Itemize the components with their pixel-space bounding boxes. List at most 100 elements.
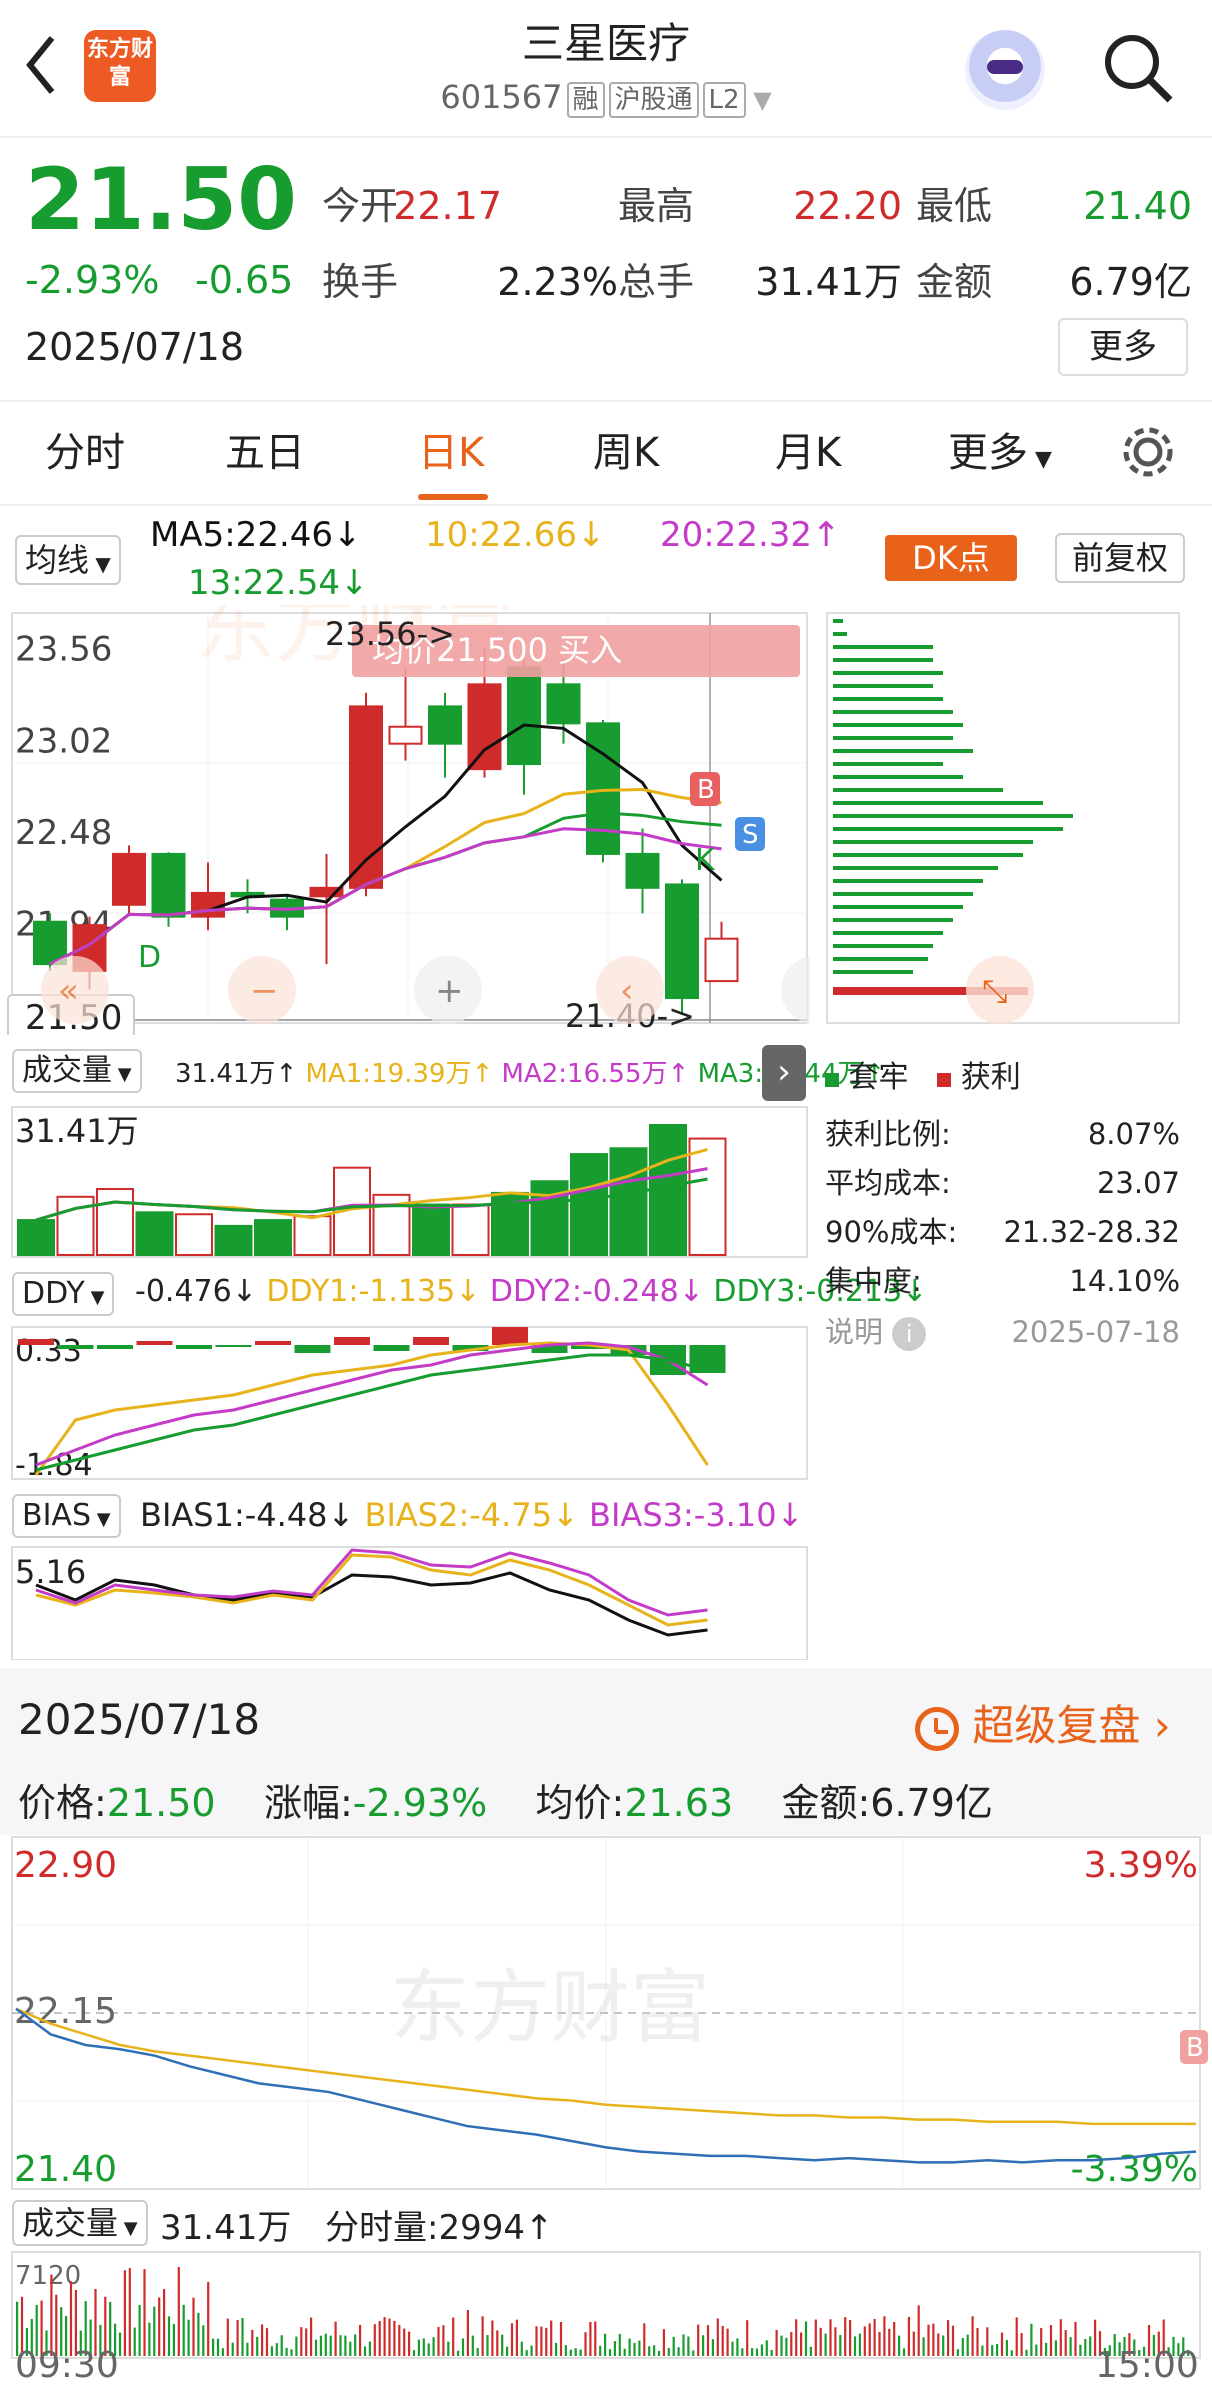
intraday-volume-bar [564, 2345, 567, 2356]
intraday-volume-bar [623, 2348, 626, 2356]
intraday-volume-bar [1040, 2327, 1043, 2356]
intraday-volume-bar [354, 2334, 357, 2356]
chip-stat-label: 90%成本: [825, 1215, 958, 1249]
intraday-volume-bar [839, 2334, 842, 2356]
info-icon[interactable]: i [892, 1317, 927, 1351]
candle[interactable] [467, 683, 502, 771]
intraday-preclose-label: 22.15 [14, 1991, 117, 2032]
intraday-ymin-label: 21.40 [14, 2149, 117, 2190]
chip-bar [833, 671, 943, 675]
low-label: 最低 [916, 184, 993, 228]
info-note[interactable]: 说明 i [825, 1308, 927, 1357]
intraday-volume-bar [383, 2317, 386, 2356]
intraday-volume-bar [780, 2335, 783, 2356]
time-start-label: 09:30 [15, 2345, 119, 2386]
tab-daily-k[interactable]: 日K [418, 420, 484, 478]
intraday-volume-bar [824, 2333, 827, 2356]
detail-price-value: 21.50 [106, 1781, 216, 1825]
detail-date: 2025/07/18 [18, 1695, 261, 1744]
tab-more[interactable]: 更多 ▼ [948, 420, 1052, 478]
intraday-volume-bar [221, 2348, 224, 2356]
intraday-volume-bar [192, 2297, 195, 2356]
intraday-volume-bar [412, 2350, 416, 2356]
buy-marker-text: B [1186, 2033, 1204, 2063]
candle[interactable] [704, 937, 739, 983]
intraday-volume-bar [711, 2339, 714, 2356]
intraday-volume-bar [270, 2346, 273, 2356]
detail-values: 价格:21.50 涨幅:-2.93% 均价:21.63 金额:6.79亿 [18, 1772, 993, 1827]
more-button[interactable]: 更多 [1058, 318, 1188, 376]
intraday-volume-bar [305, 2328, 308, 2356]
volume-bar [214, 1224, 253, 1256]
intraday-volume-bar [893, 2321, 896, 2356]
intraday-volume-bar [662, 2329, 665, 2356]
robot-avatar-icon[interactable] [965, 30, 1045, 110]
search-icon[interactable] [1100, 30, 1175, 105]
intraday-volume-bar [961, 2338, 964, 2356]
candle[interactable] [388, 725, 423, 745]
volume-label: 总手 [618, 260, 695, 304]
candle[interactable] [151, 852, 186, 918]
kline-chart[interactable]: 23.5623.0222.4821.94 东方财富 均价21.500 买入 23… [0, 605, 810, 1035]
intraday-volume-bar [765, 2340, 768, 2356]
intraday-chart[interactable]: 东方财富 22.90 22.15 21.40 3.39% -3.39% B [0, 1835, 1212, 2195]
bias-selector[interactable]: BIAS ▼ [12, 1494, 121, 1538]
chip-bar [833, 918, 953, 922]
intraday-volume-bar [898, 2335, 901, 2356]
intraday-volume-bar [226, 2318, 229, 2356]
ddy-selector[interactable]: DDY ▼ [12, 1272, 115, 1316]
vol-ma2: MA2:16.55万 [501, 1059, 668, 1089]
collapse-panel-button[interactable]: › [762, 1045, 806, 1101]
intraday-volume-bar [187, 2319, 190, 2356]
scroll-next-button[interactable] [781, 956, 810, 1024]
candle[interactable] [625, 852, 660, 889]
intraday-volume-bar [873, 2318, 876, 2356]
candle[interactable] [112, 852, 146, 906]
bias1-value: BIAS1:-4.48↓ [140, 1496, 355, 1534]
chevron-down-icon[interactable]: ▼ [746, 86, 771, 114]
price-axis-label: 23.02 [15, 721, 112, 761]
ddy-chart[interactable]: 0.33 -1.84 [0, 1325, 810, 1485]
volume-chart[interactable]: 31.41万 [0, 1105, 810, 1260]
expand-icon[interactable]: ⤡ [966, 956, 1034, 1024]
adjust-selector[interactable]: 前复权 [1055, 533, 1185, 583]
candle[interactable] [665, 883, 699, 1000]
intraday-volume-bar [1005, 2339, 1008, 2356]
svg-text:−: − [250, 971, 279, 1011]
tab-monthly-k[interactable]: 月K [775, 420, 841, 478]
dk-point-button[interactable]: DK点 [885, 535, 1017, 581]
tab-intraday[interactable]: 分时 [45, 420, 125, 478]
intraday-volume-bar [466, 2309, 469, 2356]
intraday-volume-bar [677, 2347, 680, 2356]
intraday-volume-bar [956, 2349, 959, 2356]
intraday-volume-bar [177, 2267, 180, 2356]
ma10-value: 10:22.66↓ [425, 515, 606, 555]
chip-bar [833, 892, 973, 896]
volume-bar [96, 1188, 134, 1256]
candle[interactable] [546, 683, 581, 725]
candle[interactable] [428, 705, 462, 745]
intraday-volume-bar [770, 2349, 773, 2356]
chip-bar [833, 710, 953, 714]
ddy1-line [34, 1341, 709, 1476]
bias-chart[interactable]: 5.16 [0, 1545, 810, 1660]
super-replay-link[interactable]: 超级复盘 › [915, 1692, 1171, 1753]
intraday-volume-chart[interactable]: 7120 [0, 2250, 1212, 2360]
high-value: 22.20 [793, 184, 902, 228]
volume-selector[interactable]: 成交量 ▼ [12, 1049, 142, 1093]
intraday-volume-bar [594, 2321, 597, 2356]
chip-distribution-chart[interactable]: ⤡ [825, 605, 1185, 1035]
settings-gear-icon[interactable] [1120, 424, 1176, 480]
detail-amount-label: 金额: [781, 1781, 871, 1825]
intraday-volume-bar [834, 2327, 837, 2356]
ma-selector[interactable]: 均线 ▼ [15, 535, 121, 585]
tab-weekly-k[interactable]: 周K [593, 420, 659, 478]
intraday-volume-bar [1010, 2350, 1013, 2356]
intraday-volume-bar [667, 2347, 670, 2356]
intraday-volume-bar [731, 2341, 734, 2356]
candle[interactable] [507, 666, 541, 766]
tab-five-day[interactable]: 五日 [225, 420, 305, 478]
intraday-volume-selector[interactable]: 成交量 ▼ [12, 2200, 148, 2246]
intraday-volume-bar [569, 2349, 572, 2356]
intraday-volume-bar [442, 2325, 445, 2356]
